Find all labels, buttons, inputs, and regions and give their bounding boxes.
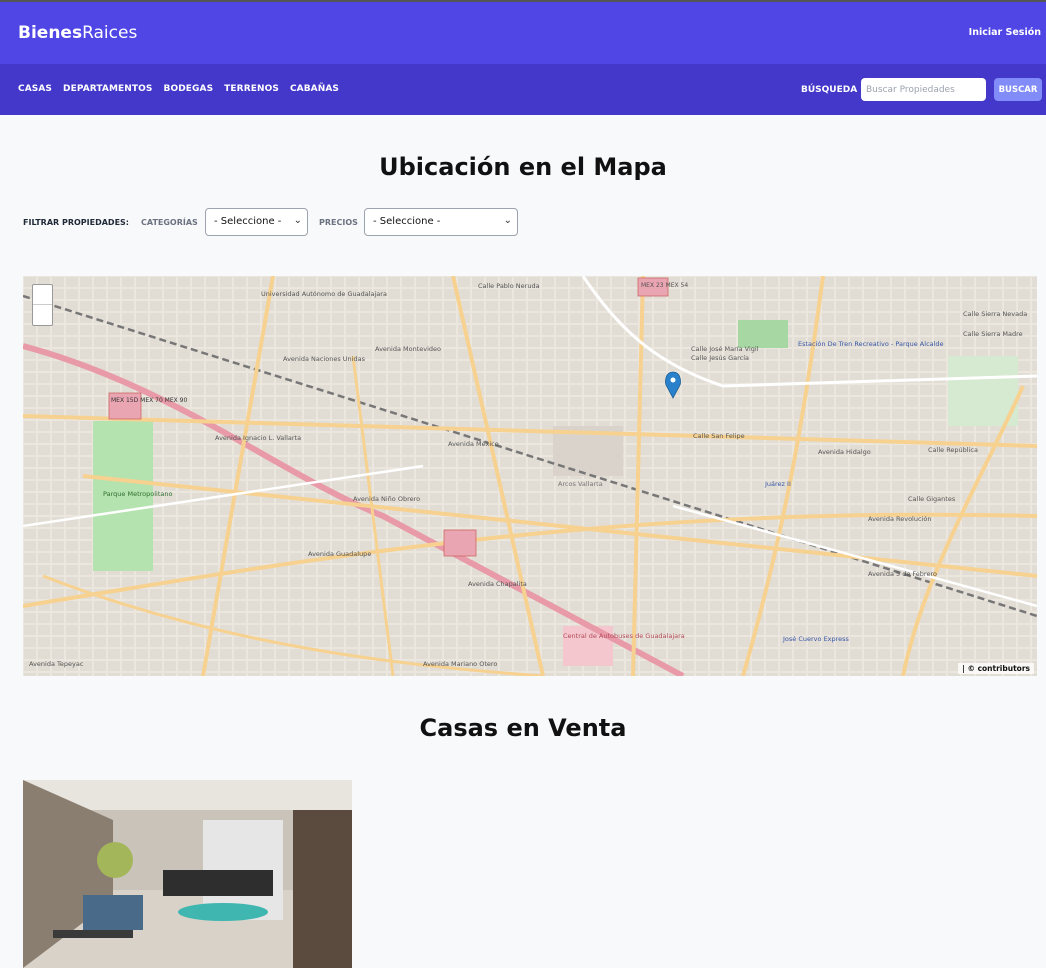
map-label: Avenida Niño Obrero: [353, 495, 420, 503]
site-header: BienesRaices Iniciar Sesión: [0, 2, 1046, 64]
map-label: Parque Metropolitano: [103, 490, 173, 498]
map-label: Avenida Revolución: [868, 515, 931, 523]
map-label: Calle Pablo Neruda: [478, 282, 540, 290]
nav-link-departamentos[interactable]: DEPARTAMENTOS: [63, 84, 153, 94]
map-label: José Cuervo Express: [782, 635, 850, 643]
map-label: Avenida 5 de Febrero: [868, 570, 937, 578]
prices-label: PRECIOS: [319, 218, 358, 227]
map-label: Avenida Ignacio L. Vallarta: [215, 434, 301, 442]
map-label: Calle República: [928, 446, 978, 454]
nav-link-terrenos[interactable]: TERRENOS: [224, 84, 279, 94]
nav-link-bodegas[interactable]: BODEGAS: [164, 84, 214, 94]
map-label: Calle Gigantes: [908, 495, 956, 503]
categories-select-value: - Seleccione -: [214, 216, 282, 227]
map-label: Avenida Guadalupe: [308, 550, 371, 558]
prices-select[interactable]: - Seleccione - ⌄: [364, 208, 518, 236]
map-label: Avenida Tepeyac: [29, 660, 84, 668]
categories-select[interactable]: - Seleccione - ⌄: [205, 208, 308, 236]
map-label: Calle Sierra Madre: [963, 330, 1023, 338]
filter-properties-label: FILTRAR PROPIEDADES:: [23, 218, 129, 227]
listings-section-title: Casas en Venta: [419, 714, 627, 742]
map-label: Calle Sierra Nevada: [963, 310, 1027, 318]
map-label: Avenida Chapalita: [468, 580, 527, 588]
map-label: Calle José María Vigil: [691, 345, 759, 353]
map-label: Universidad Autónomo de Guadalajara: [261, 290, 387, 298]
login-link[interactable]: Iniciar Sesión: [969, 27, 1041, 38]
map-label: Central de Autobuses de Guadalajara: [563, 632, 685, 640]
map-label: Juárez II: [764, 480, 791, 488]
search-input[interactable]: [861, 78, 986, 101]
nav-links: CASAS DEPARTAMENTOS BODEGAS TERRENOS CAB…: [18, 84, 350, 94]
search-label: BÚSQUEDA: [801, 85, 858, 95]
map-label: Avenida Montevideo: [375, 345, 441, 353]
map-section-title: Ubicación en el Mapa: [379, 153, 667, 181]
route-shield: [443, 529, 477, 557]
zoom-in-button[interactable]: [33, 285, 52, 305]
properties-map[interactable]: Universidad Autónomo de Guadalajara Call…: [23, 276, 1037, 676]
map-label: MEX 23 MEX 54: [641, 282, 688, 289]
park-area: [738, 320, 788, 348]
search-button[interactable]: BUSCAR: [994, 78, 1042, 101]
chevron-down-icon: ⌄: [503, 215, 512, 226]
nav-link-cabanas[interactable]: CABAÑAS: [290, 84, 339, 94]
map-label: Estación De Tren Recreativo - Parque Alc…: [798, 340, 944, 348]
map-label: Avenida Mariano Otero: [423, 660, 497, 668]
categories-label: CATEGORÍAS: [141, 218, 198, 227]
map-label: Avenida Hidalgo: [818, 448, 871, 456]
map-label: Calle Jesús García: [691, 354, 749, 362]
map-label: Calle San Felipe: [693, 432, 745, 440]
map-tiles: Universidad Autónomo de Guadalajara Call…: [23, 276, 1037, 676]
chevron-down-icon: ⌄: [293, 215, 302, 226]
map-zoom-control: [32, 284, 53, 326]
zoom-out-button[interactable]: [33, 305, 52, 324]
map-attribution[interactable]: | © contributors: [958, 663, 1034, 674]
map-label: Avenida México: [448, 440, 499, 448]
map-label: Arcos Vallarta: [558, 480, 603, 488]
map-label: MEX 15D MEX 70 MEX 90: [111, 397, 187, 404]
property-image: [23, 780, 352, 968]
prices-select-value: - Seleccione -: [373, 216, 441, 227]
brand-logo[interactable]: BienesRaices: [18, 23, 137, 43]
category-nav: CASAS DEPARTAMENTOS BODEGAS TERRENOS CAB…: [0, 64, 1046, 115]
map-label: Avenida Naciones Unidas: [283, 355, 366, 363]
property-card[interactable]: [23, 780, 352, 968]
nav-link-casas[interactable]: CASAS: [18, 84, 52, 94]
